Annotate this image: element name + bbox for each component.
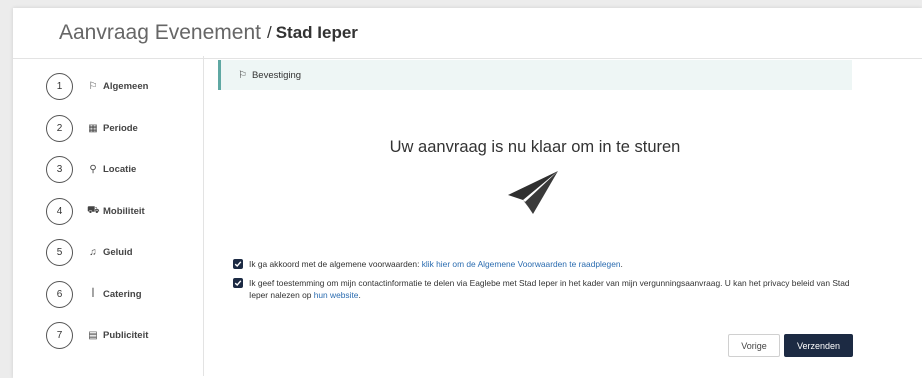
privacy-suffix: .: [358, 290, 361, 300]
utensils-icon: ꟾ: [91, 288, 95, 300]
paper-plane-icon: [508, 171, 558, 214]
step-algemeen[interactable]: 1 ⚐ Algemeen: [46, 66, 196, 108]
step-label: Algemeen: [103, 81, 149, 93]
step-number: 1: [46, 73, 73, 101]
newspaper-icon: ▤: [88, 330, 98, 342]
flag-icon: ⚐: [238, 69, 247, 81]
map-pin-icon: ⚲: [89, 164, 97, 176]
step-label: Mobiliteit: [103, 205, 145, 217]
music-icon: ♫: [89, 247, 97, 259]
flag-icon: ⚐: [88, 81, 98, 93]
step-number: 6: [46, 280, 73, 308]
section-title: Bevestiging: [251, 69, 302, 81]
privacy-link[interactable]: hun website: [314, 290, 359, 300]
terms-checkbox[interactable]: [233, 259, 243, 269]
step-publiciteit[interactable]: 7 ▤ Publiciteit: [46, 315, 196, 357]
step-number: 5: [46, 239, 73, 267]
title-separator: /: [266, 23, 272, 42]
terms-link[interactable]: klik hier om de Algemene Voorwaarden te …: [422, 259, 621, 269]
step-periode[interactable]: 2 ▦ Periode: [46, 108, 196, 150]
privacy-text-wrap: Ik geef toestemming om mijn contactinfor…: [249, 277, 853, 301]
car-icon: ⛟: [87, 204, 100, 216]
submit-button[interactable]: Verzenden: [784, 334, 853, 357]
step-catering[interactable]: 6 ꟾ Catering: [46, 274, 196, 316]
terms-consent: Ik ga akkoord met de algemene voorwaarde…: [233, 258, 853, 270]
step-label: Geluid: [103, 247, 133, 259]
terms-text: Ik ga akkoord met de algemene voorwaarde…: [249, 259, 422, 269]
calendar-icon: ▦: [88, 122, 98, 134]
sidebar-divider: [203, 56, 204, 376]
privacy-consent: Ik geef toestemming om mijn contactinfor…: [233, 277, 853, 301]
step-mobiliteit[interactable]: 4 ⛟ Mobiliteit: [46, 191, 196, 233]
privacy-checkbox[interactable]: [233, 278, 243, 288]
page-title: Aanvraag Evenement: [59, 21, 261, 44]
terms-suffix: .: [620, 259, 623, 269]
section-banner: ⚐ Bevestiging: [218, 60, 852, 90]
step-label: Locatie: [103, 164, 137, 176]
ready-heading: Uw aanvraag is nu klaar om in te sturen: [389, 138, 681, 156]
page-header: Aanvraag Evenement / Stad Ieper: [13, 8, 922, 59]
step-label: Periode: [103, 122, 138, 134]
step-number: 4: [46, 197, 73, 225]
step-number: 2: [46, 114, 73, 142]
step-label: Publiciteit: [103, 330, 149, 342]
step-number: 3: [46, 156, 73, 184]
step-navigation: 1 ⚐ Algemeen 2 ▦ Periode 3 ⚲ Locatie 4 ⛟…: [46, 66, 196, 357]
terms-text-wrap: Ik ga akkoord met de algemene voorwaarde…: [249, 258, 623, 270]
previous-button[interactable]: Vorige: [728, 334, 780, 357]
step-label: Catering: [103, 288, 142, 300]
page-subtitle: Stad Ieper: [275, 23, 358, 42]
step-number: 7: [46, 322, 73, 350]
step-locatie[interactable]: 3 ⚲ Locatie: [46, 149, 196, 191]
step-geluid[interactable]: 5 ♫ Geluid: [46, 232, 196, 274]
